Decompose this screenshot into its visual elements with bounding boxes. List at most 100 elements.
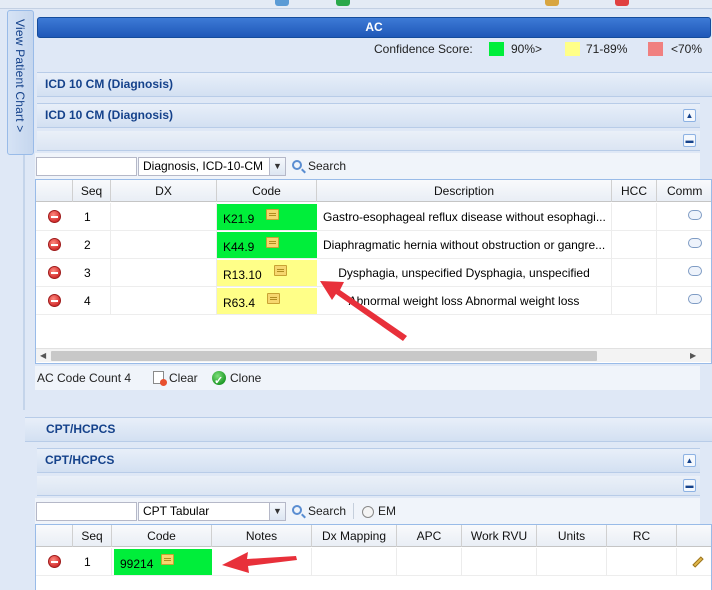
delete-icon[interactable]: [48, 238, 61, 251]
icd-dx[interactable]: [111, 287, 217, 315]
cpt-code-set-select[interactable]: CPT Tabular ▼: [138, 502, 286, 521]
icd-collapse-up-icon[interactable]: ▲: [683, 109, 696, 122]
icd-search-input[interactable]: [36, 157, 137, 176]
em-button[interactable]: EM: [378, 502, 396, 520]
icd-row[interactable]: 4 R63.4 Abnormal weight loss Abnormal we…: [36, 287, 711, 315]
cpt-collapse-up-icon[interactable]: ▲: [683, 454, 696, 467]
scroll-left-icon[interactable]: ◀: [40, 349, 46, 363]
icd-outer-title: ICD 10 CM (Diagnosis): [45, 77, 174, 91]
scroll-right-icon[interactable]: ▶: [690, 349, 696, 363]
icd-dx[interactable]: [111, 259, 217, 287]
note-icon[interactable]: [161, 554, 174, 565]
cpt-code-cell[interactable]: 99214: [114, 549, 212, 575]
icd-outer-header[interactable]: ICD 10 CM (Diagnosis): [37, 72, 712, 97]
cpt-col-units[interactable]: Units: [537, 525, 607, 547]
cpt-code-set-value: CPT Tabular: [143, 504, 210, 518]
icd-row[interactable]: 2 K44.9 Diaphragmatic hernia without obs…: [36, 231, 711, 259]
delete-icon[interactable]: [48, 210, 61, 223]
note-icon[interactable]: [266, 209, 279, 220]
icd-code: R13.10: [223, 268, 262, 282]
cpt-col-rc[interactable]: RC: [607, 525, 677, 547]
icd-inner-header[interactable]: ICD 10 CM (Diagnosis): [37, 103, 700, 128]
cpt-units[interactable]: [537, 548, 607, 576]
cpt-code: 99214: [120, 557, 154, 571]
icd-col-seq[interactable]: Seq: [73, 180, 111, 202]
cpt-col-work-rvu[interactable]: Work RVU: [462, 525, 537, 547]
icd-col-code[interactable]: Code: [217, 180, 317, 202]
icd-minimize-icon[interactable]: ▬: [683, 134, 696, 147]
cpt-outer-header[interactable]: CPT/HCPCS: [25, 417, 712, 442]
cpt-col-extra: [677, 525, 711, 547]
delete-icon[interactable]: [48, 266, 61, 279]
icd-code-cell[interactable]: K21.9: [217, 204, 317, 230]
toolbar-icon[interactable]: [545, 0, 559, 6]
icd-code-cell[interactable]: K44.9: [217, 232, 317, 258]
icd-horizontal-scrollbar[interactable]: ◀ ▶: [36, 348, 711, 362]
toolbar-icon[interactable]: [615, 0, 629, 6]
icd-code-cell[interactable]: R63.4: [217, 288, 317, 314]
icd-grid-header: Seq DX Code Description HCC Comm: [36, 180, 711, 202]
note-icon[interactable]: [274, 265, 287, 276]
cpt-inner-title: CPT/HCPCS: [45, 453, 115, 467]
icd-inner-title: ICD 10 CM (Diagnosis): [45, 108, 174, 122]
comment-icon[interactable]: [688, 210, 702, 220]
icd-code: R63.4: [223, 296, 256, 310]
icd-col-delete: [36, 180, 73, 202]
toolbar-icon[interactable]: [336, 0, 350, 6]
icd-col-description[interactable]: Description: [317, 180, 612, 202]
cpt-search-button[interactable]: Search: [308, 502, 346, 520]
cpt-dx-mapping[interactable]: [312, 548, 397, 576]
note-icon[interactable]: [266, 237, 279, 248]
cpt-col-code[interactable]: Code: [112, 525, 212, 547]
cpt-minimize-icon[interactable]: ▬: [683, 479, 696, 492]
icd-col-comments[interactable]: Comm: [657, 180, 711, 202]
cpt-col-delete: [36, 525, 73, 547]
icd-search-button[interactable]: Search: [308, 157, 346, 175]
cpt-grid: Seq Code Notes Dx Mapping APC Work RVU U…: [35, 524, 712, 590]
cpt-inner-header[interactable]: CPT/HCPCS: [37, 448, 700, 473]
view-patient-chart-label: View Patient Chart >: [13, 19, 27, 133]
icd-row[interactable]: 3 R13.10 Dysphagia, unspecified Dysphagi…: [36, 259, 711, 287]
confidence-low-label: <70%: [671, 42, 703, 56]
view-patient-chart-tab[interactable]: View Patient Chart >: [7, 10, 34, 155]
icd-dx[interactable]: [111, 203, 217, 231]
cpt-col-apc[interactable]: APC: [397, 525, 462, 547]
toolbar-divider: [353, 503, 354, 519]
delete-icon[interactable]: [48, 555, 61, 568]
delete-icon[interactable]: [48, 294, 61, 307]
em-icon[interactable]: [362, 506, 374, 518]
cpt-apc: [397, 548, 462, 576]
comment-icon[interactable]: [688, 294, 702, 304]
clear-button[interactable]: Clear: [169, 366, 198, 390]
clone-button[interactable]: Clone: [230, 366, 261, 390]
search-icon[interactable]: [292, 505, 302, 515]
cpt-seq: 1: [73, 548, 112, 576]
cpt-row[interactable]: 1 99214: [36, 548, 711, 576]
icd-hcc: [612, 231, 657, 259]
icd-dx[interactable]: [111, 231, 217, 259]
cpt-col-dx-mapping[interactable]: Dx Mapping: [312, 525, 397, 547]
icd-hcc: [612, 259, 657, 287]
icd-col-hcc[interactable]: HCC: [612, 180, 657, 202]
comment-icon[interactable]: [688, 266, 702, 276]
scrollbar-thumb[interactable]: [51, 351, 597, 361]
icd-row[interactable]: 1 K21.9 Gastro-esophageal reflux disease…: [36, 203, 711, 231]
cpt-col-seq[interactable]: Seq: [73, 525, 112, 547]
comment-icon[interactable]: [688, 238, 702, 248]
cpt-notes[interactable]: [212, 548, 312, 576]
clone-icon[interactable]: [212, 369, 226, 393]
icd-col-dx[interactable]: DX: [111, 180, 217, 202]
icd-code-cell[interactable]: R13.10: [217, 260, 317, 286]
cpt-col-notes[interactable]: Notes: [212, 525, 312, 547]
edit-icon[interactable]: [692, 556, 704, 568]
icd-code-set-select[interactable]: Diagnosis, ICD-10-CM ▼: [138, 157, 286, 176]
icd-seq: 2: [73, 231, 111, 259]
cpt-search-input[interactable]: [36, 502, 137, 521]
search-icon[interactable]: [292, 160, 302, 170]
note-icon[interactable]: [267, 293, 280, 304]
chevron-down-icon[interactable]: ▼: [269, 503, 285, 520]
toolbar-icon[interactable]: [275, 0, 289, 6]
clear-icon[interactable]: [153, 371, 167, 386]
cpt-outer-title: CPT/HCPCS: [46, 422, 116, 436]
chevron-down-icon[interactable]: ▼: [269, 158, 285, 175]
